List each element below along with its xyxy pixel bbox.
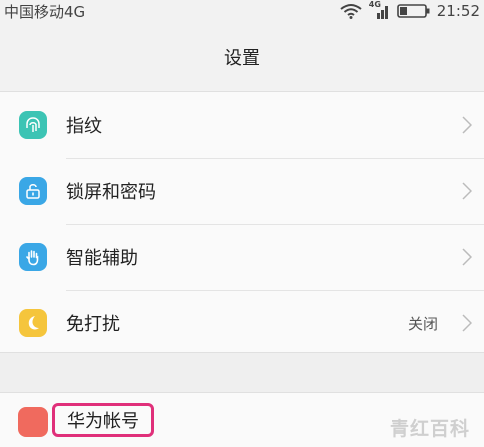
wifi-icon: [340, 4, 362, 19]
settings-item-lock-screen[interactable]: 锁屏和密码: [0, 158, 484, 224]
lock-icon: [19, 177, 47, 205]
chevron-right-icon: [462, 248, 472, 266]
settings-list: 指纹 锁屏和密码 智能辅助 免打扰 关闭: [0, 92, 484, 356]
signal-icon: 4G: [369, 0, 391, 19]
page-header: 设置: [0, 22, 484, 92]
carrier-label: 中国移动4G: [4, 2, 86, 21]
chevron-right-icon: [462, 314, 472, 332]
settings-item-label: 指纹: [66, 116, 102, 137]
section-divider: [0, 352, 484, 392]
fingerprint-icon: [19, 111, 47, 139]
hand-icon: [19, 243, 47, 271]
watermark: 青红百科: [389, 418, 470, 440]
clock: 21:52: [436, 2, 480, 20]
do-not-disturb-status: 关闭: [407, 314, 438, 333]
settings-item-do-not-disturb[interactable]: 免打扰 关闭: [0, 290, 484, 356]
settings-item-label: 锁屏和密码: [66, 182, 156, 203]
settings-item-label: 华为帐号: [67, 411, 139, 432]
chevron-right-icon: [462, 182, 472, 200]
settings-item-label: 智能辅助: [66, 248, 138, 269]
chevron-right-icon: [462, 116, 472, 134]
moon-icon: [19, 309, 47, 337]
status-bar: 中国移动4G 4G 21:52: [0, 0, 484, 22]
battery-icon: [396, 4, 430, 18]
settings-item-label: 免打扰: [66, 314, 120, 335]
settings-item-fingerprint[interactable]: 指纹: [0, 92, 484, 158]
status-icons: 4G 21:52: [339, 0, 480, 20]
settings-item-smart-assist[interactable]: 智能辅助: [0, 224, 484, 290]
huawei-account-icon: [18, 407, 48, 437]
account-label-highlight: 华为帐号: [52, 403, 154, 437]
page-title: 设置: [224, 47, 260, 69]
